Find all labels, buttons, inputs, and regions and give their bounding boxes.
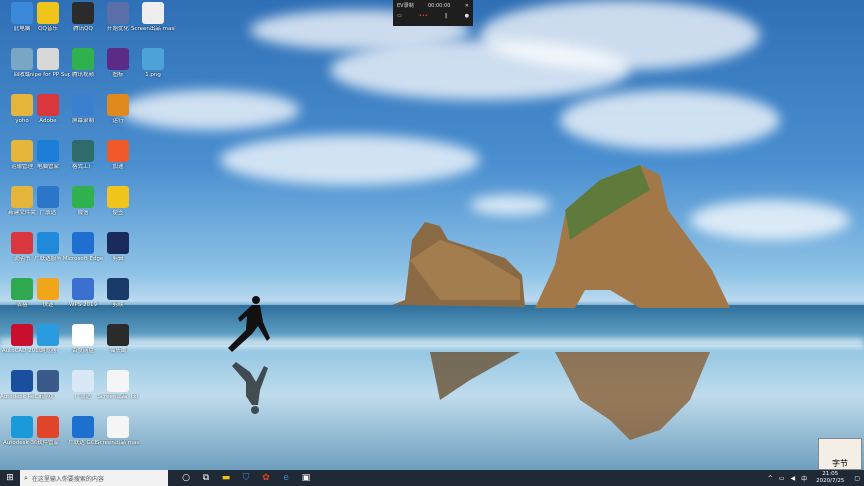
widget-label: 字节: [832, 459, 848, 468]
edge-icon[interactable]: e: [276, 470, 296, 486]
notification-icon[interactable]: ▢: [850, 475, 864, 482]
network-icon[interactable]: ▭: [776, 475, 788, 482]
file-icon: [142, 2, 164, 24]
desktop-icon-label: 猫头鹰: [109, 348, 127, 354]
desktop-icon[interactable]: 运行: [98, 94, 138, 124]
recorder-icon: [72, 94, 94, 116]
clock[interactable]: 21:05 2020/7/25: [810, 471, 850, 485]
task-view-icon[interactable]: ⧉: [196, 470, 216, 486]
accelerator-icon: [107, 140, 129, 162]
cortana-icon[interactable]: ○: [176, 470, 196, 486]
game-icon: [37, 370, 59, 392]
chevron-up-icon[interactable]: ^: [765, 475, 776, 482]
windows-start-icon[interactable]: ⊞: [0, 470, 20, 486]
notes-icon: [107, 186, 129, 208]
file-icon: [107, 416, 129, 438]
printer-icon: [37, 48, 59, 70]
capcut-icon: [107, 278, 129, 300]
clock-time: 21:05: [822, 471, 839, 477]
wechat-icon: [72, 186, 94, 208]
desktop-icon-label: 1.png: [145, 72, 161, 78]
desktop-icon[interactable]: 剪辑: [98, 232, 138, 262]
system-tray: ^ ▭ ◀ 中 21:05 2020/7/25 ▢: [765, 470, 864, 486]
desktop-icon-label: 剪映: [112, 302, 124, 308]
recorder-toolbar[interactable]: EV录制 00:00:00 ✕ ▭ ••• ‖ ●: [393, 0, 473, 26]
recorder-time: 00:00:00: [427, 2, 451, 9]
desktop-icon[interactable]: 剪映: [98, 278, 138, 308]
close-icon[interactable]: ✕: [465, 3, 469, 9]
editor-icon: [107, 232, 129, 254]
colorful-app-icon[interactable]: ✿: [256, 470, 276, 486]
taskbar: ⊞ ⌕ 在这里输入你要搜索的内容 ○ ⧉ ▬ ⛉ ✿ e ▣ ^ ▭ ◀ 中 2…: [0, 470, 864, 486]
volume-icon[interactable]: ◀: [787, 475, 798, 482]
glodon-icon: [37, 186, 59, 208]
desktop-icon[interactable]: 1.png: [133, 48, 173, 78]
desktop-wallpaper: 此电脑QQ音乐腾讯QQ开始优化Screen出品 masked fi...回收站S…: [0, 0, 864, 470]
mic-icon[interactable]: ●: [465, 13, 469, 19]
desktop-icon-label: 运行: [112, 118, 124, 124]
desktop-icon-label: 加速: [112, 164, 124, 170]
desktop-icon-label: Screen出品 masked fi...: [96, 440, 140, 446]
desktop-icon[interactable]: Screen出品 masked fi...: [131, 2, 175, 32]
edge-icon: [72, 232, 94, 254]
software-icon: [37, 416, 59, 438]
input-method-icon[interactable]: 中: [798, 474, 810, 483]
desktop-icon[interactable]: 便签: [98, 186, 138, 216]
wps-icon: [72, 278, 94, 300]
desktop-widget[interactable]: 字节: [818, 438, 862, 470]
desktop-icon-label: Screen出品 .txt: [97, 394, 139, 400]
recorder-title: EV录制: [397, 3, 414, 9]
service-icon: [37, 232, 59, 254]
search-box[interactable]: ⌕ 在这里输入你要搜索的内容: [20, 470, 168, 486]
shield-app-icon[interactable]: ⛉: [236, 470, 256, 486]
runner-silhouette: [228, 296, 270, 352]
desktop-icon[interactable]: 加速: [98, 140, 138, 170]
desktop-icon[interactable]: Screen出品 .txt: [98, 370, 138, 400]
search-placeholder: 在这里输入你要搜索的内容: [31, 475, 104, 483]
netdisk-icon: [72, 324, 94, 346]
express-icon: [37, 278, 59, 300]
shield-icon: [37, 140, 59, 162]
screen-icon[interactable]: ▭: [397, 13, 402, 19]
image-file-icon: [142, 48, 164, 70]
qq-music-icon: [37, 2, 59, 24]
qq-icon: [72, 2, 94, 24]
clock-date: 2020/7/25: [816, 478, 845, 484]
format-icon: [72, 140, 94, 162]
desktop-icon[interactable]: Screen出品 masked fi...: [96, 416, 140, 446]
browser-icon: [37, 324, 59, 346]
runner-reflection: [232, 362, 268, 414]
search-icon: ⌕: [24, 473, 28, 482]
file-explorer-icon[interactable]: ▬: [216, 470, 236, 486]
desktop-icon[interactable]: 猫头鹰: [98, 324, 138, 354]
overwatch-icon: [107, 94, 129, 116]
desktop-icon-label: 便签: [112, 210, 124, 216]
optimizer-icon: [107, 2, 129, 24]
pause-icon[interactable]: ‖: [445, 13, 448, 19]
video-icon: [72, 48, 94, 70]
arch-rock-reflection: [555, 352, 710, 440]
text-file-icon: [107, 370, 129, 392]
left-rock-reflection: [408, 352, 520, 400]
app-icon[interactable]: ▣: [296, 470, 316, 486]
owl-icon: [107, 324, 129, 346]
glodon2-icon: [72, 370, 94, 392]
desktop-icon-label: 剪辑: [112, 256, 124, 262]
adobe-icon: [37, 94, 59, 116]
gcl-icon: [72, 416, 94, 438]
record-indicator: •••: [418, 13, 428, 19]
desktop-icon-label: Screen出品 masked fi...: [131, 26, 175, 32]
app-m-icon: [107, 48, 129, 70]
